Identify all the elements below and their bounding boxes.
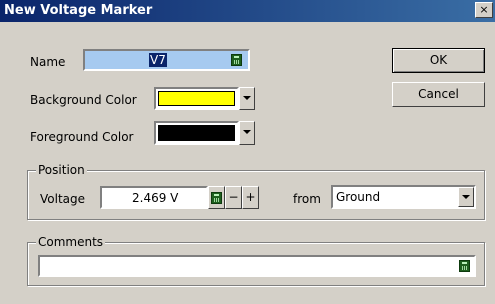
background-color-fill xyxy=(158,91,235,106)
calculator-icon xyxy=(211,192,222,204)
name-input[interactable]: V7 xyxy=(83,49,250,71)
calculator-icon[interactable] xyxy=(231,54,242,66)
comments-group-label: Comments xyxy=(36,235,106,249)
voltage-increment-button[interactable]: + xyxy=(242,186,259,209)
foreground-color-label: Foreground Color xyxy=(30,130,134,144)
name-label: Name xyxy=(30,55,66,69)
title-bar[interactable]: New Voltage Marker × xyxy=(0,0,495,22)
from-label: from xyxy=(293,192,321,206)
position-group-label: Position xyxy=(36,163,87,177)
reference-dropdown-button[interactable] xyxy=(458,187,474,207)
name-input-value: V7 xyxy=(149,53,167,67)
foreground-color-dropdown-button[interactable] xyxy=(239,121,255,145)
voltage-input-value: 2.469 V xyxy=(132,191,179,205)
chevron-down-icon xyxy=(243,96,251,100)
background-color-dropdown-button[interactable] xyxy=(239,87,255,110)
cancel-button[interactable]: Cancel xyxy=(392,82,485,107)
comments-input[interactable] xyxy=(38,255,476,277)
voltage-input[interactable]: 2.469 V xyxy=(100,186,208,209)
background-color-swatch[interactable] xyxy=(154,87,239,110)
new-voltage-marker-dialog: New Voltage Marker × Name V7 OK Cancel B… xyxy=(0,0,495,304)
foreground-color-swatch[interactable] xyxy=(154,121,239,145)
voltage-calculator-button[interactable] xyxy=(208,186,225,209)
background-color-label: Background Color xyxy=(30,93,137,107)
calculator-icon[interactable] xyxy=(459,260,470,272)
minus-icon: − xyxy=(228,190,239,204)
close-button[interactable]: × xyxy=(475,2,493,18)
reference-select-value: Ground xyxy=(336,190,381,204)
dialog-title: New Voltage Marker xyxy=(4,3,153,18)
close-icon: × xyxy=(479,3,489,16)
cancel-button-label: Cancel xyxy=(418,87,459,101)
reference-select[interactable]: Ground xyxy=(331,185,476,209)
voltage-label: Voltage xyxy=(40,192,86,206)
chevron-down-icon xyxy=(243,130,251,134)
voltage-decrement-button[interactable]: − xyxy=(225,186,242,209)
ok-button[interactable]: OK xyxy=(392,48,485,73)
ok-button-label: OK xyxy=(429,53,448,67)
chevron-down-icon xyxy=(462,195,470,199)
foreground-color-fill xyxy=(158,125,235,141)
plus-icon: + xyxy=(245,190,256,204)
